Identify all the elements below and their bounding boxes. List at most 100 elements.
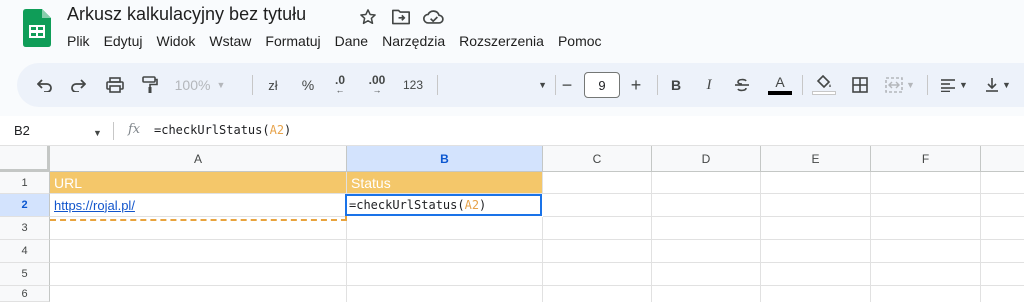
name-box[interactable]: B2 — [14, 123, 30, 138]
cell-g3[interactable] — [981, 217, 1024, 240]
font-family-select[interactable]: ▼ — [447, 63, 547, 107]
undo-icon[interactable] — [33, 63, 57, 107]
cell-d2[interactable] — [652, 194, 761, 217]
cell-c3[interactable] — [543, 217, 652, 240]
cell-b5[interactable] — [347, 263, 543, 286]
cell-e1[interactable] — [761, 172, 871, 194]
row-header-2[interactable]: 2 — [0, 194, 50, 217]
menu-item-edit[interactable]: Edytuj — [104, 33, 143, 49]
cell-a5[interactable] — [50, 263, 347, 286]
move-to-folder-icon[interactable] — [390, 6, 412, 28]
merge-cells-button[interactable]: ▼ — [881, 63, 919, 107]
cell-f1[interactable] — [871, 172, 981, 194]
row-header-4[interactable]: 4 — [0, 240, 50, 263]
redo-icon[interactable] — [66, 63, 90, 107]
paint-bucket-icon — [816, 75, 831, 89]
cell-b6[interactable] — [347, 286, 543, 302]
formula-input[interactable]: =checkUrlStatus(A2) — [154, 123, 291, 137]
text-color-button[interactable]: A — [767, 63, 793, 107]
cell-a6[interactable] — [50, 286, 347, 302]
cell-g6[interactable] — [981, 286, 1024, 302]
cell-c6[interactable] — [543, 286, 652, 302]
cell-e4[interactable] — [761, 240, 871, 263]
cell-g2[interactable] — [981, 194, 1024, 217]
select-all-corner[interactable] — [0, 146, 50, 172]
column-header-b[interactable]: B — [347, 146, 543, 172]
fill-color-swatch — [812, 91, 836, 95]
cell-d6[interactable] — [652, 286, 761, 302]
chevron-down-icon[interactable]: ▼ — [93, 128, 102, 138]
row-header-3[interactable]: 3 — [0, 217, 50, 240]
reference-highlight — [50, 219, 347, 221]
fill-color-button[interactable] — [811, 63, 837, 107]
font-size-input[interactable]: 9 — [584, 72, 620, 98]
column-header-e[interactable]: E — [761, 146, 871, 172]
cell-a4[interactable] — [50, 240, 347, 263]
currency-button[interactable]: zł — [263, 63, 283, 107]
column-header-f[interactable]: F — [871, 146, 981, 172]
horizontal-align-button[interactable]: ▼ — [935, 63, 973, 107]
cell-c5[interactable] — [543, 263, 652, 286]
row-header-1[interactable]: 1 — [0, 172, 50, 194]
menu-item-view[interactable]: Widok — [156, 33, 195, 49]
menu-item-extensions[interactable]: Rozszerzenia — [459, 33, 544, 49]
zoom-select[interactable]: 100% ▼ — [170, 63, 230, 107]
cell-e6[interactable] — [761, 286, 871, 302]
cell-d4[interactable] — [652, 240, 761, 263]
column-header-g[interactable] — [981, 146, 1024, 172]
borders-icon[interactable] — [849, 63, 871, 107]
document-title[interactable]: Arkusz kalkulacyjny bez tytułu — [67, 4, 306, 25]
percent-button[interactable]: % — [298, 63, 318, 107]
paint-format-icon[interactable] — [138, 63, 162, 107]
italic-button[interactable]: I — [699, 63, 719, 107]
cell-c4[interactable] — [543, 240, 652, 263]
cell-e3[interactable] — [761, 217, 871, 240]
cell-e5[interactable] — [761, 263, 871, 286]
menu-item-format[interactable]: Formatuj — [265, 33, 320, 49]
column-header-d[interactable]: D — [652, 146, 761, 172]
cell-d1[interactable] — [652, 172, 761, 194]
strikethrough-icon[interactable] — [731, 63, 753, 107]
menu-item-insert[interactable]: Wstaw — [209, 33, 251, 49]
menu-item-help[interactable]: Pomoc — [558, 33, 602, 49]
cell-a1[interactable]: URL — [50, 172, 347, 194]
column-header-c[interactable]: C — [543, 146, 652, 172]
menu-item-file[interactable]: Plik — [67, 33, 90, 49]
row-header-5[interactable]: 5 — [0, 263, 50, 286]
cell-f2[interactable] — [871, 194, 981, 217]
increase-decimal-button[interactable]: .00 → — [364, 63, 390, 107]
cell-d3[interactable] — [652, 217, 761, 240]
cell-d5[interactable] — [652, 263, 761, 286]
cell-b1[interactable]: Status — [347, 172, 543, 194]
vertical-align-button[interactable]: ▼ — [979, 63, 1017, 107]
cell-e2[interactable] — [761, 194, 871, 217]
cell-f3[interactable] — [871, 217, 981, 240]
cell-b3[interactable] — [347, 217, 543, 240]
print-icon[interactable] — [103, 63, 127, 107]
formula-bar: B2 ▼ fx =checkUrlStatus(A2) — [0, 116, 1024, 146]
menu-item-tools[interactable]: Narzędzia — [382, 33, 445, 49]
cell-f6[interactable] — [871, 286, 981, 302]
cloud-status-icon[interactable] — [423, 6, 445, 28]
cell-b2-formula[interactable]: =checkUrlStatus(A2) — [349, 198, 486, 212]
cell-g4[interactable] — [981, 240, 1024, 263]
cell-g1[interactable] — [981, 172, 1024, 194]
cell-f5[interactable] — [871, 263, 981, 286]
cell-f4[interactable] — [871, 240, 981, 263]
row-header-6[interactable]: 6 — [0, 286, 50, 302]
increase-font-size-button[interactable]: + — [627, 63, 645, 107]
google-sheets-logo[interactable] — [23, 9, 51, 47]
bold-button[interactable]: B — [666, 63, 686, 107]
column-header-a[interactable]: A — [50, 146, 347, 172]
cell-c1[interactable] — [543, 172, 652, 194]
cell-a2[interactable]: https://rojal.pl/ — [50, 194, 347, 217]
menu-item-data[interactable]: Dane — [335, 33, 368, 49]
decrease-font-size-button[interactable]: − — [558, 63, 576, 107]
cell-b4[interactable] — [347, 240, 543, 263]
decrease-decimal-button[interactable]: .0 ← — [329, 63, 351, 107]
star-icon[interactable] — [357, 6, 379, 28]
number-format-button[interactable]: 123 — [401, 63, 425, 107]
cell-c2[interactable] — [543, 194, 652, 217]
toolbar: 100% ▼ zł % .0 ← .00 → 123 ▼ − + B I A ▼… — [17, 63, 1024, 107]
cell-g5[interactable] — [981, 263, 1024, 286]
